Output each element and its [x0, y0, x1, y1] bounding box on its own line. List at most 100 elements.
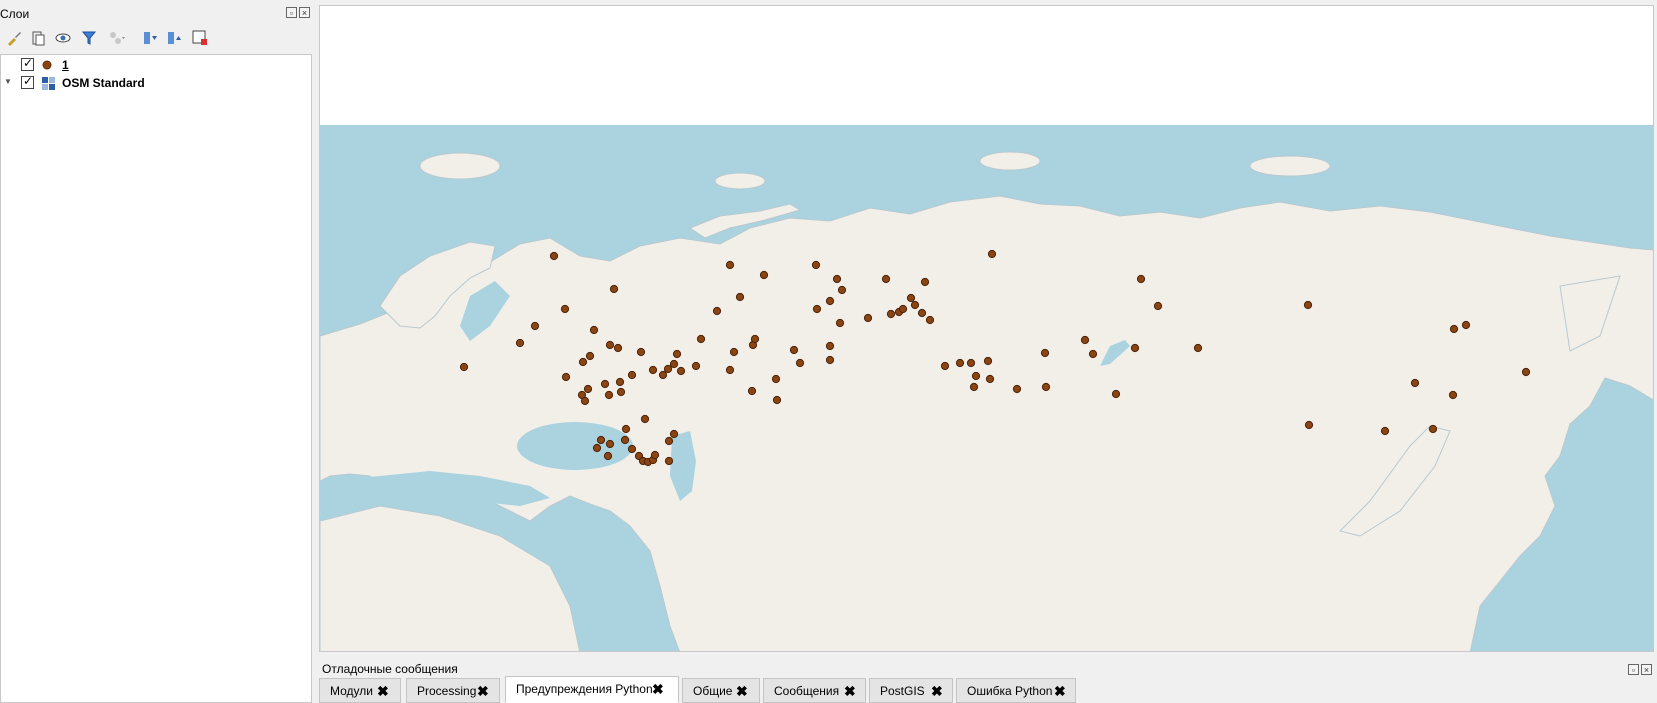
map-point[interactable]	[825, 355, 835, 365]
map-point[interactable]	[561, 372, 571, 382]
map-point[interactable]	[881, 274, 891, 284]
map-point[interactable]	[696, 334, 706, 344]
map-point[interactable]	[672, 349, 682, 359]
map-point[interactable]	[835, 318, 845, 328]
map-point[interactable]	[1136, 274, 1146, 284]
map-point[interactable]	[837, 285, 847, 295]
map-point[interactable]	[987, 249, 997, 259]
filter-legend-icon[interactable]	[106, 28, 126, 48]
map-point[interactable]	[600, 379, 610, 389]
map-point[interactable]	[603, 451, 613, 461]
map-point[interactable]	[1410, 378, 1420, 388]
map-point[interactable]	[1080, 335, 1090, 345]
map-point[interactable]	[940, 361, 950, 371]
map-point[interactable]	[664, 436, 674, 446]
map-point[interactable]	[676, 366, 686, 376]
map-point[interactable]	[627, 444, 637, 454]
tab-close-icon[interactable]: ✖	[736, 679, 748, 703]
map-point[interactable]	[515, 338, 525, 348]
map-point[interactable]	[1380, 426, 1390, 436]
layer-row-1[interactable]: ✓ 1	[1, 56, 301, 73]
map-point[interactable]	[985, 374, 995, 384]
map-point[interactable]	[772, 395, 782, 405]
map-point[interactable]	[969, 382, 979, 392]
tab-close-icon[interactable]: ✖	[931, 679, 943, 703]
map-point[interactable]	[1041, 382, 1051, 392]
style-brush-icon[interactable]	[4, 28, 24, 48]
map-view[interactable]	[320, 6, 1654, 652]
map-point[interactable]	[578, 357, 588, 367]
tab-close-icon[interactable]: ✖	[477, 679, 489, 703]
map-point[interactable]	[650, 450, 660, 460]
map-point[interactable]	[812, 304, 822, 314]
map-point[interactable]	[747, 386, 757, 396]
map-point[interactable]	[589, 325, 599, 335]
map-point[interactable]	[621, 424, 631, 434]
tab-general[interactable]: Общие ✖	[682, 678, 760, 703]
map-point[interactable]	[585, 351, 595, 361]
map-point[interactable]	[636, 347, 646, 357]
map-point[interactable]	[917, 308, 927, 318]
map-point[interactable]	[1428, 424, 1438, 434]
map-point[interactable]	[1111, 389, 1121, 399]
map-point[interactable]	[729, 347, 739, 357]
tab-close-icon[interactable]: ✖	[1054, 679, 1066, 703]
map-point[interactable]	[1449, 324, 1459, 334]
map-point[interactable]	[596, 435, 606, 445]
map-point[interactable]	[863, 313, 873, 323]
map-point[interactable]	[530, 321, 540, 331]
close-log-panel-icon[interactable]: ×	[1641, 664, 1652, 675]
close-panel-icon[interactable]: ×	[299, 7, 310, 18]
map-point[interactable]	[640, 414, 650, 424]
tab-python-warnings[interactable]: Предупреждения Python ✖	[505, 676, 679, 703]
map-point[interactable]	[560, 304, 570, 314]
map-point[interactable]	[920, 277, 930, 287]
map-point[interactable]	[832, 274, 842, 284]
float-log-panel-icon[interactable]: ▫	[1628, 664, 1639, 675]
map-point[interactable]	[1461, 320, 1471, 330]
layer-visibility-checkbox[interactable]: ✓	[21, 74, 34, 89]
map-point[interactable]	[604, 390, 614, 400]
map-point[interactable]	[759, 270, 769, 280]
map-point[interactable]	[1040, 348, 1050, 358]
map-point[interactable]	[613, 343, 623, 353]
map-point[interactable]	[616, 387, 626, 397]
map-point[interactable]	[1012, 384, 1022, 394]
map-point[interactable]	[580, 396, 590, 406]
tab-modules[interactable]: Модули ✖	[319, 678, 401, 703]
map-point[interactable]	[583, 384, 593, 394]
map-point[interactable]	[627, 370, 637, 380]
tab-messages[interactable]: Сообщения ✖	[763, 678, 866, 703]
map-point[interactable]	[825, 296, 835, 306]
map-point[interactable]	[971, 371, 981, 381]
map-point[interactable]	[725, 365, 735, 375]
tab-postgis[interactable]: PostGIS ✖	[869, 678, 953, 703]
map-point[interactable]	[1130, 343, 1140, 353]
map-point[interactable]	[795, 358, 805, 368]
map-point[interactable]	[750, 334, 760, 344]
map-point[interactable]	[615, 377, 625, 387]
remove-layer-icon[interactable]	[190, 28, 210, 48]
map-point[interactable]	[789, 345, 799, 355]
map-point[interactable]	[1448, 390, 1458, 400]
filter-icon[interactable]	[80, 28, 100, 48]
map-point[interactable]	[771, 374, 781, 384]
float-panel-icon[interactable]: ▫	[286, 7, 297, 18]
map-point[interactable]	[955, 358, 965, 368]
map-point[interactable]	[605, 439, 615, 449]
collapse-all-icon[interactable]	[164, 28, 184, 48]
map-point[interactable]	[735, 292, 745, 302]
map-point[interactable]	[592, 443, 602, 453]
map-point[interactable]	[966, 358, 976, 368]
visibility-eye-icon[interactable]	[54, 28, 74, 48]
map-point[interactable]	[664, 456, 674, 466]
map-point[interactable]	[712, 306, 722, 316]
map-point[interactable]	[983, 356, 993, 366]
map-point[interactable]	[906, 293, 916, 303]
map-point[interactable]	[886, 309, 896, 319]
map-point[interactable]	[620, 435, 630, 445]
map-point[interactable]	[811, 260, 821, 270]
map-point[interactable]	[1153, 301, 1163, 311]
map-point[interactable]	[1303, 300, 1313, 310]
map-point[interactable]	[609, 284, 619, 294]
